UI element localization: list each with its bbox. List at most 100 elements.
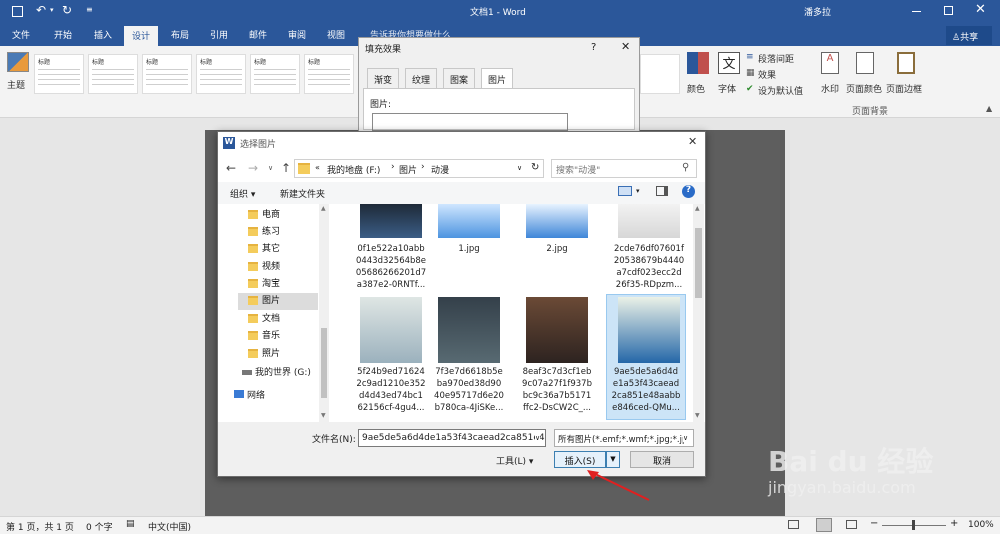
tab-file[interactable]: 文件 (12, 28, 30, 41)
breadcrumb-drive[interactable]: 我的地盘 (F:) (327, 163, 380, 176)
style-gallery-right[interactable] (640, 54, 680, 94)
tab-insert[interactable]: 插入 (94, 28, 112, 41)
file-name[interactable]: 8eaf3c7d3cf1eb 9c07a27f1f937b bc9c36a7b5… (517, 366, 597, 414)
preview-pane-icon[interactable] (656, 186, 668, 196)
fill-dialog-close-icon[interactable]: ✕ (621, 40, 630, 53)
file-thumbnail[interactable] (360, 204, 422, 238)
new-folder-button[interactable]: 新建文件夹 (280, 187, 325, 200)
scroll-up-icon[interactable]: ▲ (321, 205, 326, 212)
redo-icon[interactable]: ↻ (62, 3, 72, 17)
nav-folder-photos[interactable]: 照片 (248, 346, 280, 363)
file-thumbnail[interactable] (438, 204, 500, 238)
tab-references[interactable]: 引用 (210, 28, 228, 41)
address-dropdown-icon[interactable]: ∨ (517, 164, 522, 172)
zoom-in-icon[interactable]: + (950, 518, 958, 529)
page-border-button[interactable]: 页面边框 (886, 50, 926, 98)
search-icon[interactable]: ⚲ (682, 162, 689, 173)
nav-folder-documents[interactable]: 文档 (248, 311, 280, 328)
close-icon[interactable]: ✕ (975, 2, 986, 17)
file-name[interactable]: 5f24b9ed71624 2c9ad1210e352 d4d43ed74bc1… (351, 366, 431, 414)
paragraph-spacing-button[interactable]: ≡ 段落间距 (746, 52, 810, 65)
tab-design[interactable]: 设计 (124, 26, 159, 46)
filetype-select[interactable]: 所有图片(*.emf;*.wmf;*.jpg;*.jp ∨ (554, 429, 694, 447)
style-thumbnail[interactable]: 标题 (88, 54, 138, 94)
scroll-thumb[interactable] (695, 228, 702, 298)
view-dropdown-icon[interactable]: ▾ (636, 187, 640, 195)
read-mode-icon[interactable] (788, 520, 799, 529)
filename-input[interactable]: 9ae5de5a6d4de1a53f43caead2ca851e48 ∨ (358, 429, 546, 447)
share-button[interactable]: ♙共享 (946, 26, 992, 45)
file-name[interactable]: 9ae5de5a6d4d e1a53f43caead 2ca851e48aabb… (606, 366, 686, 414)
file-thumbnail[interactable] (360, 297, 422, 363)
tab-layout[interactable]: 布局 (171, 28, 189, 41)
set-default-button[interactable]: ✔ 设为默认值 (746, 84, 810, 97)
insert-button[interactable]: 插入(S) (554, 451, 606, 468)
nav-folder-video[interactable]: 视频 (248, 259, 280, 276)
breadcrumb-anime[interactable]: 动漫 (431, 163, 449, 176)
scroll-thumb[interactable] (321, 328, 327, 398)
file-name[interactable]: 2cde76df07601f 20538679b4440 a7cdf023ecc… (609, 243, 689, 291)
page-count[interactable]: 第 1 页，共 1 页 (6, 520, 74, 533)
file-thumbnail[interactable] (438, 297, 500, 363)
up-icon[interactable]: ↑ (281, 161, 291, 175)
proofing-icon[interactable]: ▤ (126, 519, 135, 529)
organize-button[interactable]: 组织 ▾ (230, 187, 255, 200)
nav-folder-ecommerce[interactable]: 电商 (248, 207, 280, 224)
print-layout-icon[interactable] (816, 518, 832, 532)
colors-button[interactable]: 颜色 (684, 50, 712, 96)
back-icon[interactable]: ← (226, 161, 236, 175)
view-options-icon[interactable] (618, 186, 632, 196)
tab-pattern[interactable]: 图案 (443, 68, 476, 88)
style-gallery[interactable]: 标题 标题 标题 标题 标题 标题 (34, 48, 356, 98)
minimize-icon[interactable] (912, 11, 921, 12)
file-name[interactable]: 1.jpg (429, 243, 509, 255)
watermark-button[interactable]: A 水印 (818, 50, 844, 98)
themes-button[interactable]: 主题 (4, 50, 32, 94)
scroll-down-icon[interactable]: ▼ (695, 412, 700, 419)
nav-folder-taobao[interactable]: 淘宝 (248, 276, 280, 293)
help-icon[interactable]: ? (682, 185, 695, 198)
file-thumbnail[interactable] (618, 297, 680, 363)
nav-folder-music[interactable]: 音乐 (248, 328, 280, 345)
scroll-up-icon[interactable]: ▲ (695, 205, 700, 212)
web-layout-icon[interactable] (846, 520, 857, 529)
address-bar[interactable]: « 我的地盘 (F:) › 图片 › 动漫 ∨ ↻ (294, 159, 544, 178)
nav-folder-practice[interactable]: 练习 (248, 224, 280, 241)
file-grid-scrollbar[interactable]: ▲ ▼ (693, 204, 704, 422)
search-input[interactable]: 搜索"动漫" ⚲ (551, 159, 697, 178)
style-thumbnail[interactable]: 标题 (196, 54, 246, 94)
zoom-out-icon[interactable]: − (870, 518, 878, 529)
filename-dropdown-icon[interactable]: ∨ (535, 434, 541, 442)
style-thumbnail[interactable]: 标题 (34, 54, 84, 94)
nav-folder-pictures[interactable]: 图片 (238, 293, 318, 310)
recent-dropdown-icon[interactable]: ∨ (268, 164, 273, 172)
tab-mailings[interactable]: 邮件 (249, 28, 267, 41)
style-thumbnail[interactable]: 标题 (304, 54, 354, 94)
nav-network[interactable]: 网络 (234, 388, 265, 401)
save-icon[interactable] (12, 6, 23, 17)
tab-review[interactable]: 审阅 (288, 28, 306, 41)
undo-dropdown-icon[interactable]: ▾ (50, 6, 54, 14)
help-icon[interactable]: ? (591, 42, 596, 53)
nav-folder-other[interactable]: 其它 (248, 241, 280, 258)
collapse-ribbon-icon[interactable]: ▲ (986, 104, 992, 113)
customize-quick-access-icon[interactable]: ≡ (86, 5, 93, 14)
file-thumbnail[interactable] (526, 204, 588, 238)
tab-picture[interactable]: 图片 (481, 68, 514, 89)
breadcrumb-pictures[interactable]: 图片 (399, 163, 417, 176)
refresh-icon[interactable]: ↻ (531, 162, 539, 173)
scroll-down-icon[interactable]: ▼ (321, 412, 326, 419)
style-thumbnail[interactable]: 标题 (250, 54, 300, 94)
forward-icon[interactable]: → (248, 161, 258, 175)
file-dialog-close-icon[interactable]: ✕ (688, 135, 697, 148)
page-color-button[interactable]: 页面颜色 (846, 50, 884, 98)
file-name[interactable]: 0f1e522a10abb 0443d32564b8e 05686266201d… (351, 243, 431, 291)
effects-button[interactable]: ▦ 效果 (746, 68, 810, 81)
file-thumbnail[interactable] (526, 297, 588, 363)
tools-button[interactable]: 工具(L) ▾ (496, 454, 533, 467)
tab-gradient[interactable]: 渐变 (367, 68, 400, 88)
nav-drive[interactable]: 我的世界 (G:) (242, 365, 311, 378)
zoom-slider-thumb[interactable] (912, 520, 915, 530)
tab-texture[interactable]: 纹理 (405, 68, 438, 88)
cancel-button[interactable]: 取消 (630, 451, 694, 468)
